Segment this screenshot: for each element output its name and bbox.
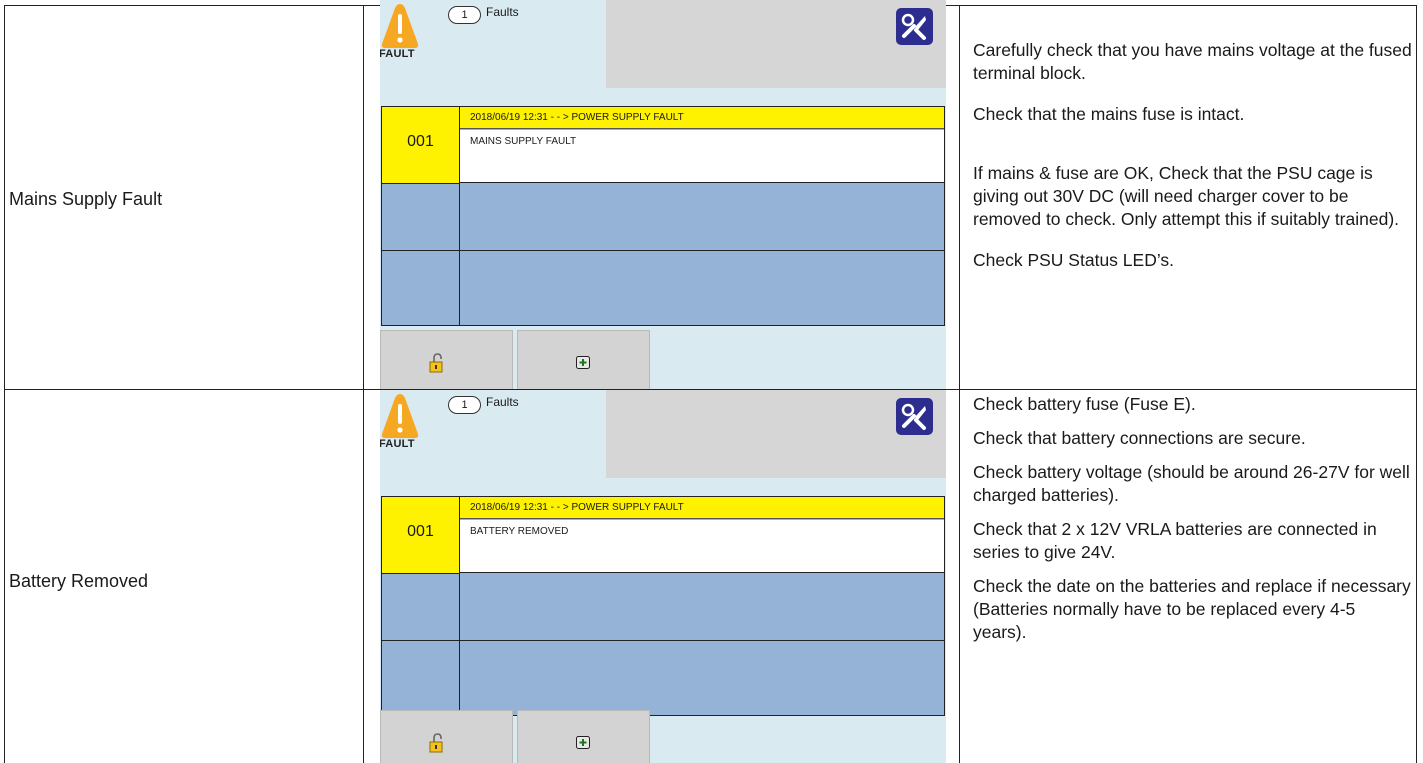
fault-list: 001 2018/06/19 12:31 - - > POWER SUPPLY …	[381, 106, 945, 326]
table-right-border	[1416, 5, 1417, 763]
tools-icon[interactable]	[896, 398, 933, 435]
entry-description[interactable]: MAINS SUPPLY FAULT	[460, 130, 944, 183]
fault-name-mains-supply: Mains Supply Fault	[9, 189, 163, 209]
entry-description[interactable]: BATTERY REMOVED	[460, 520, 944, 573]
instruction-text: Check that battery connections are secur…	[973, 428, 1306, 448]
status-area	[606, 390, 946, 478]
entry-number[interactable]: 001	[382, 497, 460, 574]
instructions-mains: Carefully check that you have mains volt…	[973, 39, 1413, 272]
table-col-divider-2	[959, 5, 960, 763]
entry-number[interactable]: 001	[382, 107, 460, 184]
add-folder-icon	[576, 355, 590, 369]
faults-label: Faults	[486, 395, 519, 409]
instruction-text: If mains & fuse are OK, Check that the P…	[973, 163, 1400, 229]
padlock-icon	[429, 353, 443, 373]
unlock-button[interactable]	[380, 710, 513, 763]
instruction-text: Check that the mains fuse is intact.	[973, 104, 1245, 124]
fault-list: 001 2018/06/19 12:31 - - > POWER SUPPLY …	[381, 496, 945, 716]
instruction-text: Check battery voltage (should be around …	[973, 462, 1410, 505]
padlock-icon	[429, 733, 443, 753]
instruction-text: Check the date on the batteries and repl…	[973, 576, 1411, 642]
list-col-divider	[459, 573, 460, 715]
add-button[interactable]	[517, 710, 650, 763]
section-heading: Supply	[4, 0, 118, 20]
fault-count-badge: 1	[448, 396, 481, 414]
list-col-divider	[459, 183, 460, 325]
tools-icon[interactable]	[896, 8, 933, 45]
fault-panel-mains: FAULT 1 Faults 001 2018/06/19 12:31 - - …	[380, 0, 946, 389]
instruction-text: Carefully check that you have mains volt…	[973, 40, 1412, 83]
instruction-text: Check battery fuse (Fuse E).	[973, 394, 1196, 414]
list-row-divider	[382, 250, 944, 251]
faults-label: Faults	[486, 5, 519, 19]
status-area	[606, 0, 946, 88]
entry-header[interactable]: 2018/06/19 12:31 - - > POWER SUPPLY FAUL…	[460, 497, 944, 519]
instructions-battery: Check battery fuse (Fuse E). Check that …	[973, 393, 1413, 644]
warning-label: FAULT	[380, 438, 415, 450]
table-col-divider-1	[363, 5, 364, 763]
fault-panel-battery: FAULT 1 Faults 001 2018/06/19 12:31 - - …	[380, 390, 946, 763]
unlock-button[interactable]	[380, 330, 513, 389]
warning-label: FAULT	[380, 48, 415, 60]
instruction-text: Check that 2 x 12V VRLA batteries are co…	[973, 519, 1377, 562]
instruction-text: Check PSU Status LED’s.	[973, 250, 1175, 270]
add-folder-icon	[576, 735, 590, 749]
fault-count-badge: 1	[448, 6, 481, 24]
fault-name-battery-removed: Battery Removed	[9, 571, 149, 591]
entry-header[interactable]: 2018/06/19 12:31 - - > POWER SUPPLY FAUL…	[460, 107, 944, 129]
list-row-divider	[382, 640, 944, 641]
add-button[interactable]	[517, 330, 650, 389]
table-left-border	[4, 5, 5, 763]
